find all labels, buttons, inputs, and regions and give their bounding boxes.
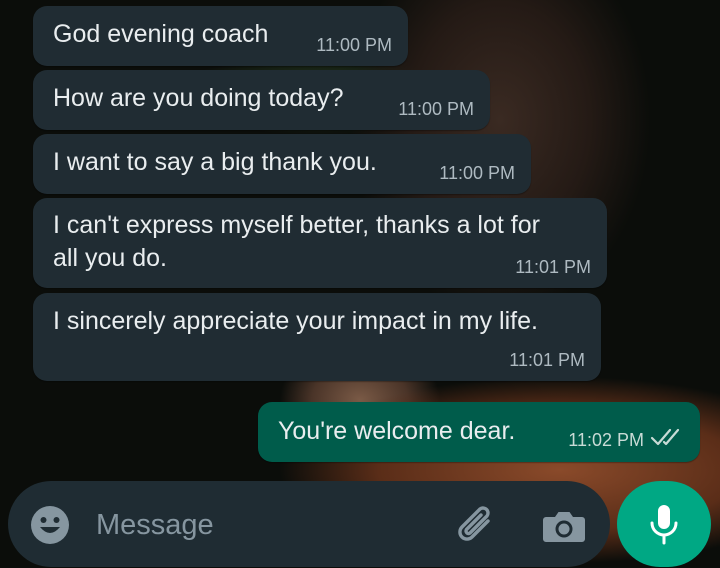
mic-icon: [650, 505, 678, 545]
message-text: I can't express myself better, thanks a …: [53, 211, 540, 272]
double-check-icon: [650, 428, 680, 446]
camera-icon[interactable]: [542, 508, 586, 544]
message-bubble-incoming[interactable]: I want to say a big thank you. 11:00 PM: [33, 134, 531, 194]
message-timestamp: 11:00 PM: [439, 163, 515, 183]
message-text: How are you doing today?: [53, 84, 344, 112]
emoji-icon[interactable]: [30, 505, 70, 545]
message-input[interactable]: Message: [96, 509, 214, 542]
message-bubble-incoming[interactable]: I sincerely appreciate your impact in my…: [33, 293, 601, 381]
message-timestamp: 11:02 PM: [568, 430, 644, 450]
message-timestamp: 11:00 PM: [398, 99, 474, 119]
message-text: God evening coach: [53, 20, 269, 48]
message-bubble-incoming[interactable]: I can't express myself better, thanks a …: [33, 198, 607, 288]
message-composer[interactable]: Message: [8, 481, 610, 567]
message-text: I sincerely appreciate your impact in my…: [53, 307, 538, 335]
message-bubble-incoming[interactable]: God evening coach 11:00 PM: [33, 6, 408, 66]
message-text: I want to say a big thank you.: [53, 148, 377, 176]
message-bubble-outgoing[interactable]: You're welcome dear. 11:02 PM: [258, 402, 700, 462]
message-timestamp: 11:00 PM: [316, 35, 392, 55]
voice-record-button[interactable]: [617, 481, 711, 567]
message-timestamp: 11:01 PM: [509, 350, 585, 370]
attach-icon[interactable]: [453, 504, 499, 546]
message-text: You're welcome dear.: [278, 417, 516, 445]
message-timestamp: 11:01 PM: [515, 257, 591, 277]
message-bubble-incoming[interactable]: How are you doing today? 11:00 PM: [33, 70, 490, 130]
